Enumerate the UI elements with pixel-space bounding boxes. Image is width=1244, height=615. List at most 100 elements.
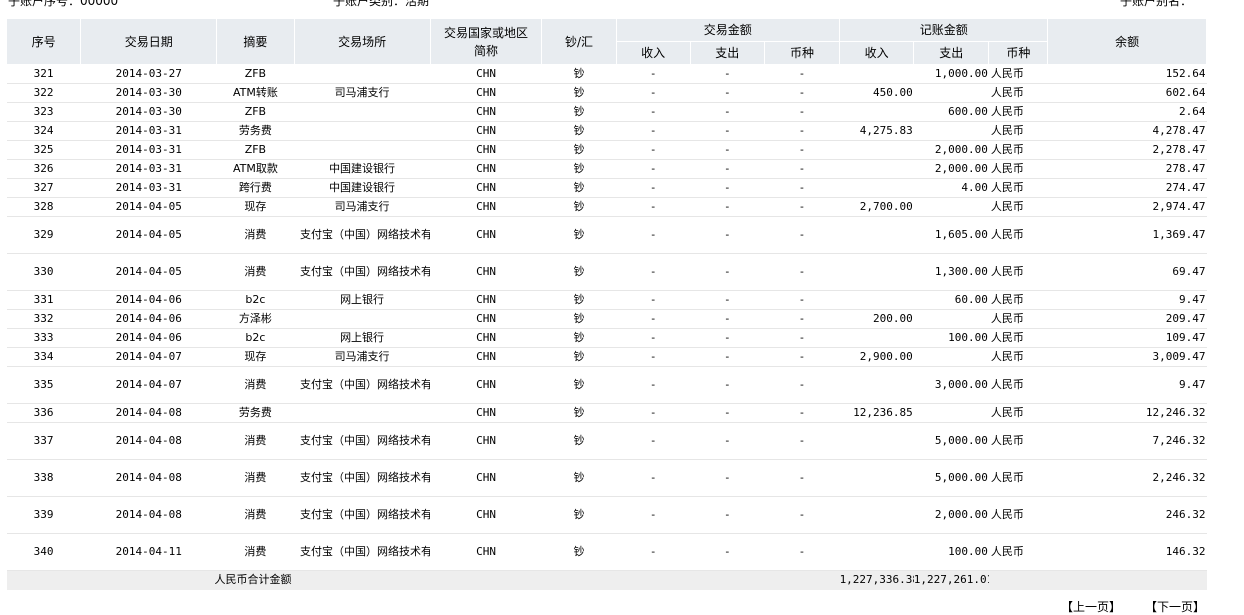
table-row: 3352014-04-07消费支付宝（中国）网络技术有限公司CHN钞---3,0… bbox=[6, 366, 1207, 404]
table-row: 331 2014-04-06 b2c 网上银行 CHN 钞 - - -60.00 人民币 9.47 bbox=[6, 290, 1207, 310]
book-currency-cell: 人民币 bbox=[988, 159, 1048, 179]
book-expense-cell: 600.00 bbox=[913, 102, 989, 122]
seq-cell: 334 bbox=[6, 347, 81, 367]
book-income-cell bbox=[839, 64, 914, 84]
summary-cell: 消费 bbox=[216, 459, 294, 497]
balance-cell: 2,974.47 bbox=[1047, 197, 1207, 217]
txn-expense-cell: - bbox=[690, 64, 765, 84]
balance-cell: 246.32 bbox=[1047, 496, 1207, 534]
cash-type-cell: 钞 bbox=[541, 121, 617, 141]
txn-income-cell: - bbox=[616, 197, 691, 217]
book-expense-cell: 1,605.00 bbox=[913, 216, 989, 254]
txn-income-cell: - bbox=[616, 533, 691, 571]
txn-currency-cell: - bbox=[764, 347, 840, 367]
place-cell: 支付宝（中国）网络技术有限公司 bbox=[294, 496, 431, 534]
txn-income-cell: - bbox=[616, 422, 691, 460]
country-cell: CHN bbox=[430, 459, 542, 497]
seq-cell: 330 bbox=[6, 253, 81, 291]
txn-expense-cell: - bbox=[690, 422, 765, 460]
txn-currency-cell: - bbox=[764, 459, 840, 497]
total-label: 人民币合计金额 bbox=[6, 570, 840, 590]
header-txn-amount: 交易金额 bbox=[615, 18, 841, 42]
place-cell: 司马浦支行 bbox=[294, 83, 431, 103]
table-row: 3392014-04-08消费支付宝（中国）网络技术有限公司CHN钞---2,0… bbox=[6, 496, 1207, 534]
book-currency-cell: 人民币 bbox=[988, 102, 1048, 122]
place-cell: 支付宝（中国）网络技术有限公司 bbox=[294, 253, 431, 291]
summary-cell: ZFB bbox=[216, 102, 294, 122]
country-cell: CHN bbox=[430, 309, 542, 329]
txn-income-cell: - bbox=[616, 64, 691, 84]
txn-expense-cell: - bbox=[690, 403, 765, 423]
book-income-cell bbox=[839, 216, 914, 254]
book-expense-cell bbox=[913, 403, 989, 423]
book-expense-cell: 4.00 bbox=[913, 178, 989, 198]
seq-cell: 321 bbox=[6, 64, 81, 84]
summary-cell: 消费 bbox=[216, 216, 294, 254]
country-cell: CHN bbox=[430, 496, 542, 534]
book-income-cell bbox=[839, 178, 914, 198]
summary-cell: 劳务费 bbox=[216, 121, 294, 141]
country-cell: CHN bbox=[430, 366, 542, 404]
balance-cell: 69.47 bbox=[1047, 253, 1207, 291]
cash-type-cell: 钞 bbox=[541, 366, 617, 404]
next-page-link[interactable]: 【下一页】 bbox=[1145, 598, 1205, 615]
cash-type-cell: 钞 bbox=[541, 328, 617, 348]
cash-type-cell: 钞 bbox=[541, 533, 617, 571]
place-cell bbox=[294, 64, 431, 84]
cash-type-cell: 钞 bbox=[541, 64, 617, 84]
book-income-cell: 2,900.00 bbox=[839, 347, 914, 367]
header-txn-expense: 支出 bbox=[689, 41, 765, 65]
date-cell: 2014-04-07 bbox=[80, 366, 217, 404]
txn-expense-cell: - bbox=[690, 347, 765, 367]
txn-currency-cell: - bbox=[764, 140, 840, 160]
country-cell: CHN bbox=[430, 140, 542, 160]
cash-type-cell: 钞 bbox=[541, 159, 617, 179]
book-currency-cell: 人民币 bbox=[988, 216, 1048, 254]
header-txn-income: 收入 bbox=[615, 41, 691, 65]
date-cell: 2014-04-05 bbox=[80, 253, 217, 291]
cash-type-cell: 钞 bbox=[541, 140, 617, 160]
date-cell: 2014-03-31 bbox=[80, 178, 217, 198]
txn-expense-cell: - bbox=[690, 121, 765, 141]
balance-cell: 7,246.32 bbox=[1047, 422, 1207, 460]
country-cell: CHN bbox=[430, 253, 542, 291]
book-income-cell: 200.00 bbox=[839, 309, 914, 329]
summary-cell: 消费 bbox=[216, 366, 294, 404]
table-row: 3292014-04-05消费支付宝（中国）网络技术有限公司CHN钞---1,6… bbox=[6, 216, 1207, 254]
seq-cell: 336 bbox=[6, 403, 81, 423]
header-book-expense: 支出 bbox=[913, 41, 990, 65]
txn-income-cell: - bbox=[616, 366, 691, 404]
book-currency-cell: 人民币 bbox=[988, 121, 1048, 141]
table-row: 336 2014-04-08 劳务费 CHN 钞 - - -12,236.85 人民币 12,24… bbox=[6, 403, 1207, 423]
txn-expense-cell: - bbox=[690, 216, 765, 254]
place-cell: 网上银行 bbox=[294, 290, 431, 310]
cash-type-cell: 钞 bbox=[541, 290, 617, 310]
summary-cell: 现存 bbox=[216, 197, 294, 217]
book-currency-cell: 人民币 bbox=[988, 290, 1048, 310]
table-row: 333 2014-04-06 b2c 网上银行 CHN 钞 - - -100.00 人民币 109.… bbox=[6, 328, 1207, 348]
balance-cell: 4,278.47 bbox=[1047, 121, 1207, 141]
balance-cell: 152.64 bbox=[1047, 64, 1207, 84]
seq-cell: 324 bbox=[6, 121, 81, 141]
txn-income-cell: - bbox=[616, 140, 691, 160]
table-row: 3382014-04-08消费支付宝（中国）网络技术有限公司CHN钞---5,0… bbox=[6, 459, 1207, 497]
book-currency-cell: 人民币 bbox=[988, 178, 1048, 198]
txn-income-cell: - bbox=[616, 121, 691, 141]
country-cell: CHN bbox=[430, 328, 542, 348]
book-expense-cell bbox=[913, 83, 989, 103]
balance-cell: 2,246.32 bbox=[1047, 459, 1207, 497]
prev-page-link[interactable]: 【上一页】 bbox=[1061, 598, 1121, 615]
table-row: 3402014-04-11消费支付宝（中国）网络技术有限公司CHN钞---100… bbox=[6, 533, 1207, 571]
header-txn-currency: 币种 bbox=[763, 41, 841, 65]
book-expense-cell: 2,000.00 bbox=[913, 496, 989, 534]
summary-cell: 消费 bbox=[216, 422, 294, 460]
country-cell: CHN bbox=[430, 422, 542, 460]
country-cell: CHN bbox=[430, 290, 542, 310]
seq-cell: 326 bbox=[6, 159, 81, 179]
txn-currency-cell: - bbox=[764, 366, 840, 404]
country-cell: CHN bbox=[430, 347, 542, 367]
total-row: 人民币合计金额 1,227,336.38 1,227,261.01 bbox=[6, 570, 1207, 590]
balance-cell: 12,246.32 bbox=[1047, 403, 1207, 423]
seq-cell: 331 bbox=[6, 290, 81, 310]
balance-cell: 3,009.47 bbox=[1047, 347, 1207, 367]
